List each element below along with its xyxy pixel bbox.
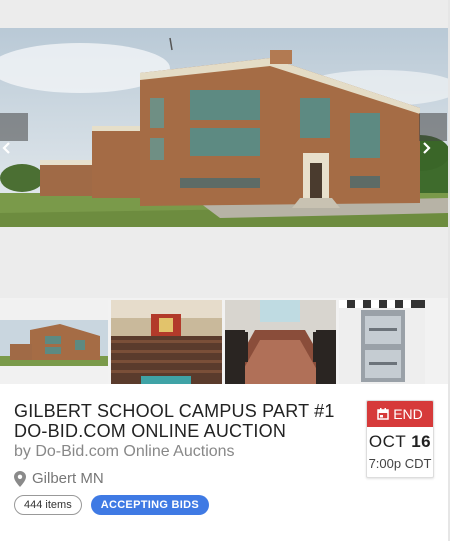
- seller-byline[interactable]: by Do-Bid.com Online Auctions: [14, 443, 235, 461]
- location-text: Gilbert MN: [32, 470, 104, 487]
- chevron-left-icon: [2, 142, 10, 154]
- thumbnail-strip: [0, 298, 448, 384]
- auction-card[interactable]: GILBERT SCHOOL CAMPUS PART #1 DO-BID.COM…: [0, 0, 450, 541]
- end-day: 16: [411, 432, 432, 451]
- end-label-bar: END: [367, 401, 433, 427]
- thumbnail-oven[interactable]: [339, 300, 425, 384]
- map-pin-icon: [14, 470, 26, 487]
- calendar-icon: [377, 408, 389, 420]
- auction-title-line2: DO-BID.COM ONLINE AUCTION: [14, 421, 287, 441]
- end-time: 7:00p CDT: [368, 456, 432, 471]
- auction-info: GILBERT SCHOOL CAMPUS PART #1 DO-BID.COM…: [0, 384, 448, 541]
- auction-badges: 444 items ACCEPTING BIDS: [14, 495, 210, 515]
- chevron-right-icon: [423, 142, 431, 154]
- auction-title[interactable]: GILBERT SCHOOL CAMPUS PART #1 DO-BID.COM…: [14, 401, 354, 441]
- school-building-photo: [0, 28, 448, 227]
- next-photo-button[interactable]: [419, 113, 447, 154]
- auction-title-line1: GILBERT SCHOOL CAMPUS PART #1: [14, 401, 335, 421]
- prev-photo-button[interactable]: [0, 113, 28, 154]
- end-date: OCT 16: [367, 432, 433, 452]
- thumbnail-auditorium[interactable]: [111, 300, 222, 384]
- hero-photo[interactable]: [0, 0, 448, 298]
- auction-location: Gilbert MN: [14, 470, 104, 487]
- end-date-box: END OCT 16 7:00p CDT: [366, 400, 434, 478]
- thumbnail-stairway[interactable]: [225, 300, 336, 384]
- status-badge: ACCEPTING BIDS: [90, 495, 210, 515]
- items-count-badge: 444 items: [14, 495, 82, 515]
- end-label: END: [393, 406, 423, 422]
- thumbnail-building[interactable]: [0, 300, 108, 384]
- end-month: OCT: [368, 432, 406, 451]
